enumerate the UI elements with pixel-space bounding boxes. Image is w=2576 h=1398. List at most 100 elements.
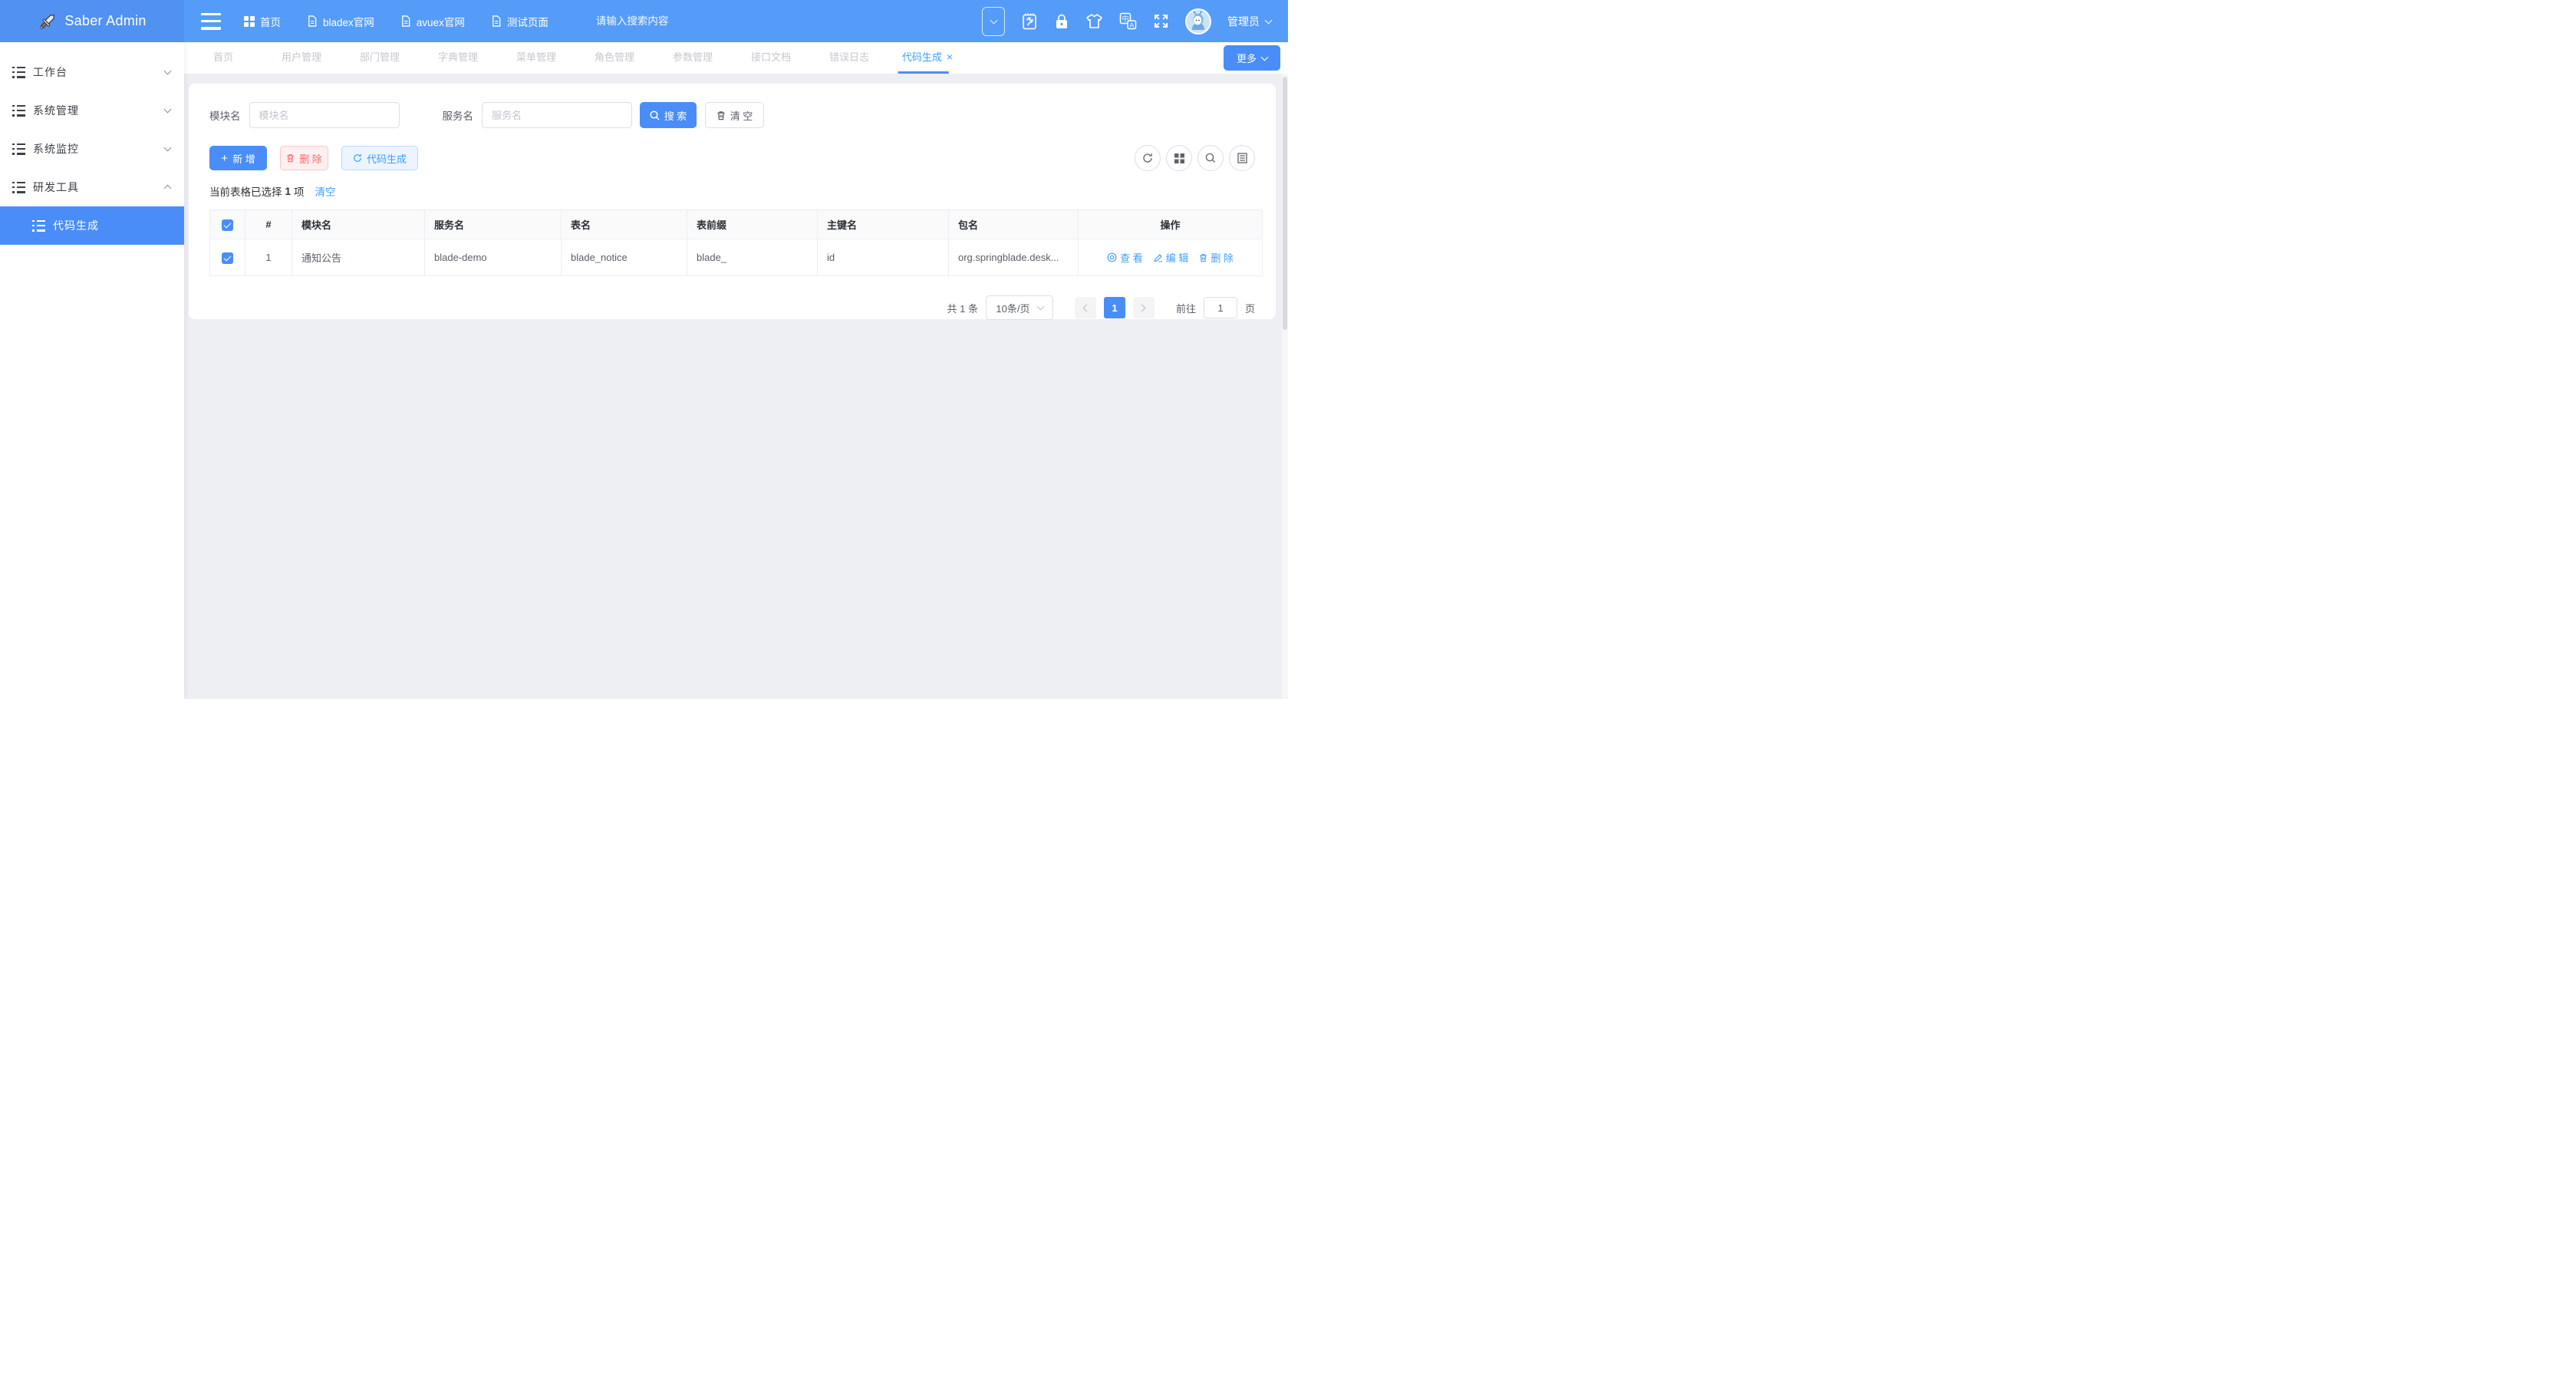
- tab-role-management[interactable]: 角色管理: [575, 42, 654, 74]
- sidebar-item-system-management[interactable]: 系统管理: [0, 91, 184, 130]
- sidebar-item-code-generation[interactable]: 代码生成: [0, 206, 184, 245]
- top-nav-home[interactable]: 首页: [244, 14, 281, 29]
- content-card: 模块名 服务名 搜 索 清 空 + 新 增 删 除: [189, 84, 1276, 319]
- top-nav-label: 首页: [260, 14, 281, 29]
- scrollbar-thumb[interactable]: [1283, 77, 1287, 330]
- density-button[interactable]: [1229, 145, 1255, 171]
- debug-tools-icon[interactable]: [1021, 12, 1038, 31]
- user-menu[interactable]: 管理员: [1227, 14, 1271, 29]
- cell-primary-key: id: [818, 239, 949, 276]
- tab-home[interactable]: 首页: [184, 42, 262, 74]
- col-table-prefix: 表前缀: [687, 210, 818, 239]
- next-page-button[interactable]: [1133, 297, 1155, 318]
- top-nav-avuex[interactable]: avuex官网: [400, 14, 465, 29]
- svg-text:A: A: [1129, 21, 1134, 29]
- add-button[interactable]: + 新 增: [209, 146, 267, 170]
- lock-icon[interactable]: [1054, 13, 1069, 30]
- logo[interactable]: Saber Admin: [0, 0, 184, 42]
- page-scrollbar[interactable]: [1282, 74, 1288, 699]
- edit-icon: [1154, 253, 1163, 262]
- tab-dict-management[interactable]: 字典管理: [419, 42, 497, 74]
- document-icon: [307, 15, 318, 27]
- app-window: Saber Admin 首页: [0, 0, 1288, 699]
- sidebar-item-label: 研发工具: [33, 180, 79, 195]
- select-all-checkbox[interactable]: [222, 219, 233, 231]
- sidebar-item-label: 工作台: [33, 64, 68, 80]
- refresh-button[interactable]: [1135, 145, 1161, 171]
- view-label: 查 看: [1120, 250, 1143, 265]
- delete-button[interactable]: 删 除: [280, 146, 328, 170]
- top-menu-toggle-icon[interactable]: [982, 7, 1005, 36]
- translate-icon[interactable]: 中 A: [1119, 12, 1137, 30]
- chevron-down-icon: [164, 68, 172, 75]
- clear-selection-link[interactable]: 清空: [315, 183, 336, 199]
- top-nav: 首页 bladex官网 avuex官: [244, 14, 548, 29]
- top-nav-test-page[interactable]: 测试页面: [491, 14, 548, 29]
- tab-user-management[interactable]: 用户管理: [262, 42, 341, 74]
- tab-error-log[interactable]: 错误日志: [810, 42, 888, 74]
- tab-param-management[interactable]: 参数管理: [654, 42, 732, 74]
- sidebar-item-system-monitor[interactable]: 系统监控: [0, 130, 184, 168]
- clear-button[interactable]: 清 空: [705, 102, 764, 128]
- global-search-input[interactable]: [596, 15, 765, 27]
- view-link[interactable]: 查 看: [1107, 250, 1143, 265]
- page-size-value: 10条/页: [996, 301, 1029, 315]
- tab-api-docs[interactable]: 接口文档: [732, 42, 810, 74]
- sidebar-item-workbench[interactable]: 工作台: [0, 53, 184, 91]
- theme-shirt-icon[interactable]: [1085, 13, 1103, 29]
- header-right-tools: 中 A: [982, 7, 1271, 36]
- cell-table-name: blade_notice: [562, 239, 687, 276]
- module-name-input[interactable]: [249, 102, 400, 128]
- sidebar-item-dev-tools[interactable]: 研发工具: [0, 168, 184, 206]
- search-button-label: 搜 索: [664, 108, 687, 123]
- page-1-button[interactable]: 1: [1104, 297, 1125, 318]
- chevron-right-icon: [1138, 304, 1146, 312]
- fullscreen-icon[interactable]: [1153, 13, 1169, 29]
- plus-icon: +: [221, 152, 228, 165]
- tab-dept-management[interactable]: 部门管理: [341, 42, 419, 74]
- more-tabs-button[interactable]: 更多: [1224, 45, 1280, 71]
- service-name-input[interactable]: [482, 102, 632, 128]
- cell-index: 1: [245, 239, 292, 276]
- edit-link[interactable]: 编 辑: [1154, 250, 1189, 265]
- prev-page-button[interactable]: [1075, 297, 1096, 318]
- col-table-name: 表名: [562, 210, 687, 239]
- header-main: 首页 bladex官网 avuex官: [184, 0, 1288, 42]
- trash-icon: [716, 110, 726, 120]
- table-row[interactable]: 1 通知公告 blade-demo blade_notice blade_ id…: [210, 239, 1263, 276]
- cell-module: 通知公告: [292, 239, 425, 276]
- tab-code-generation[interactable]: 代码生成×: [888, 42, 967, 74]
- search-button[interactable]: 搜 索: [640, 102, 697, 128]
- close-tab-icon[interactable]: ×: [947, 51, 953, 63]
- page-size-select[interactable]: 10条/页: [986, 295, 1053, 320]
- table-toolbar: + 新 增 删 除 代码生成: [209, 145, 1255, 171]
- chevron-up-icon: [164, 185, 172, 193]
- trash-icon: [1199, 253, 1207, 262]
- grid-tools: [1135, 145, 1255, 171]
- tab-bar: 首页 用户管理 部门管理 字典管理 菜单管理 角色管理 参数管理 接口文档 错误…: [184, 42, 1288, 74]
- username-label: 管理员: [1227, 14, 1260, 29]
- row-checkbox[interactable]: [222, 252, 233, 264]
- user-avatar[interactable]: [1185, 8, 1211, 35]
- view-icon: [1107, 252, 1117, 262]
- goto-page-input[interactable]: [1204, 297, 1237, 318]
- top-nav-label: 测试页面: [507, 14, 548, 29]
- column-settings-button[interactable]: [1166, 145, 1192, 171]
- search-toggle-button[interactable]: [1197, 145, 1224, 171]
- collapse-menu-icon[interactable]: [201, 13, 221, 30]
- col-actions: 操作: [1079, 210, 1263, 239]
- codegen-button-label: 代码生成: [367, 151, 407, 166]
- col-service: 服务名: [425, 210, 562, 239]
- active-tab-underline: [898, 71, 949, 74]
- document-icon: [491, 15, 502, 27]
- add-button-label: 新 增: [232, 151, 255, 166]
- top-nav-bladex[interactable]: bladex官网: [307, 14, 374, 29]
- chevron-left-icon: [1083, 304, 1091, 312]
- grid-icon: [1174, 153, 1184, 163]
- col-module: 模块名: [292, 210, 425, 239]
- chevron-down-icon: [1036, 303, 1044, 311]
- codegen-button[interactable]: 代码生成: [341, 146, 418, 170]
- logo-text: Saber Admin: [64, 13, 146, 29]
- delete-link[interactable]: 删 除: [1199, 250, 1234, 265]
- tab-menu-management[interactable]: 菜单管理: [497, 42, 575, 74]
